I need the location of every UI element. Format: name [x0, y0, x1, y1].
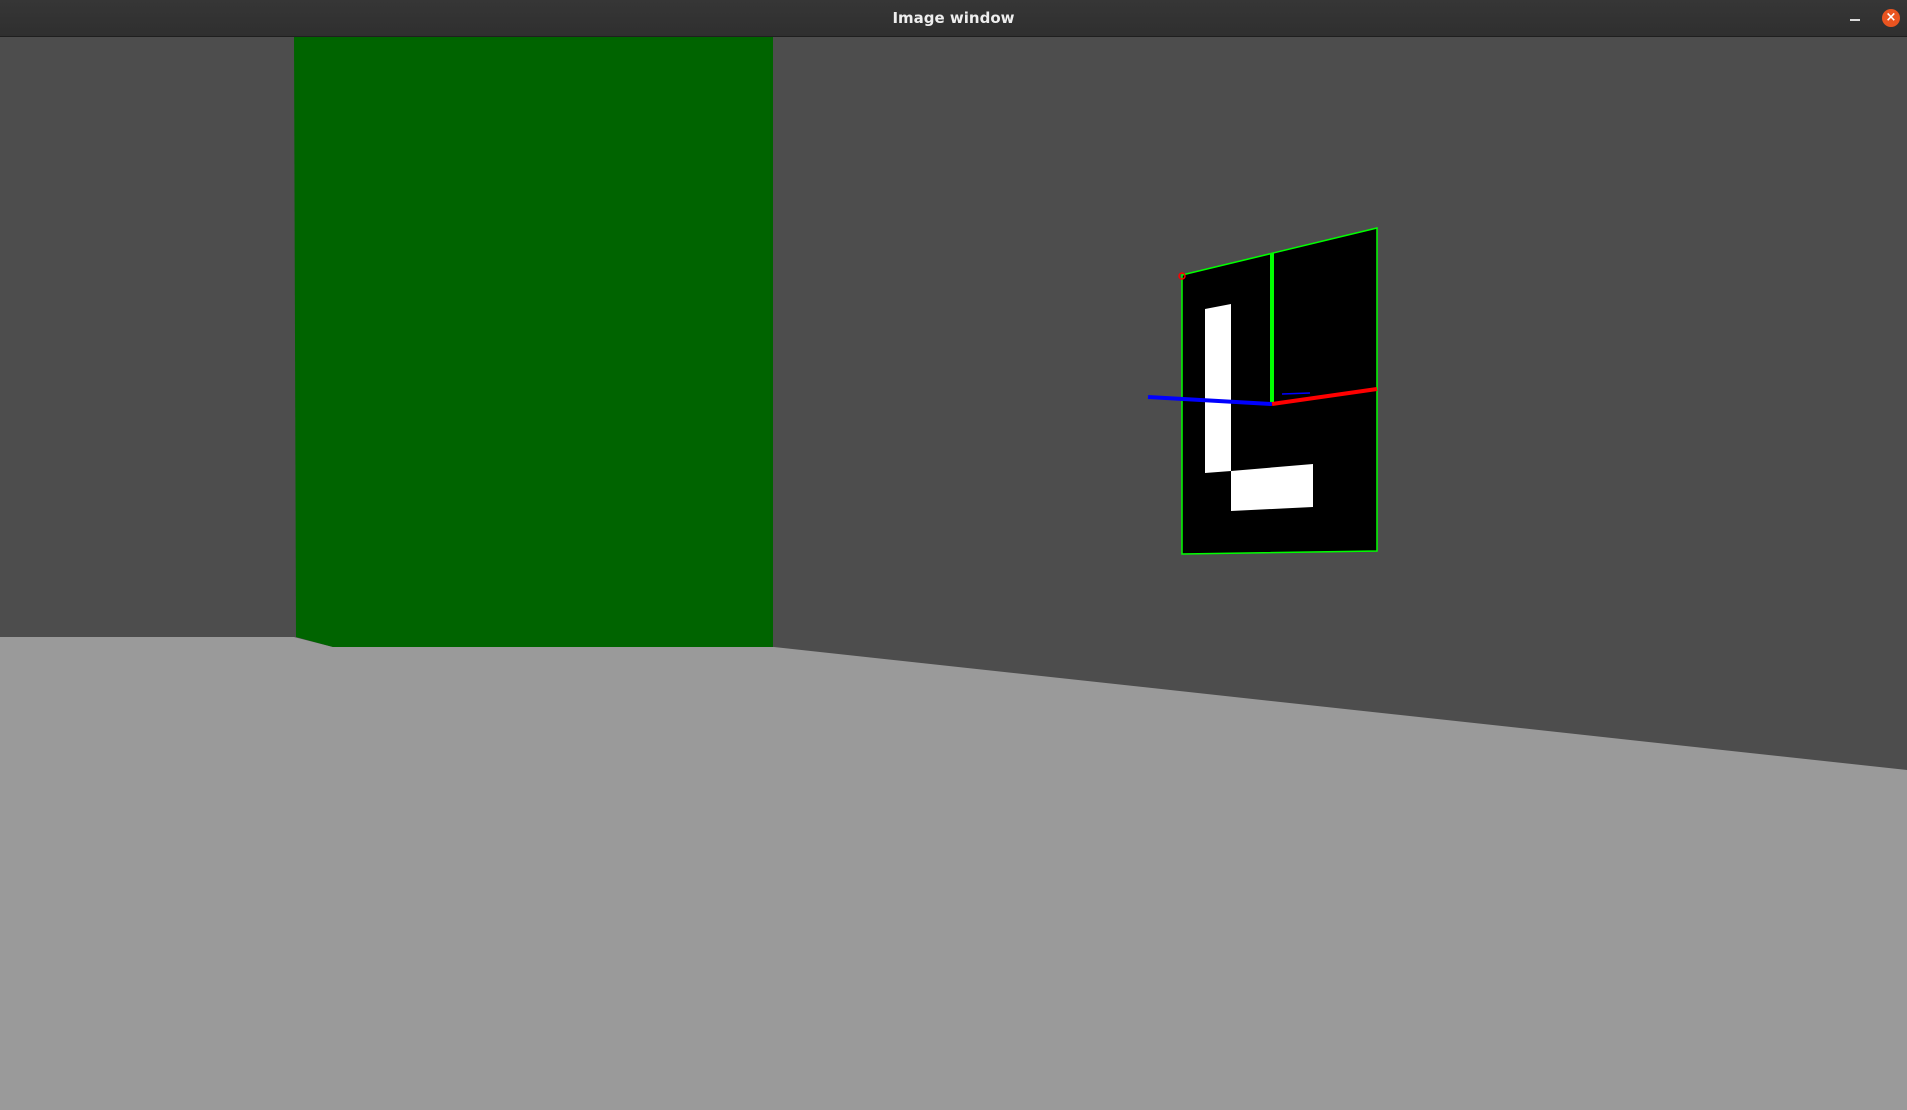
window-title: Image window — [892, 9, 1015, 27]
axis-label-mark — [1281, 392, 1311, 395]
close-button[interactable]: × — [1882, 9, 1900, 27]
rendered-scene — [0, 37, 1907, 1110]
minimize-button[interactable] — [1845, 8, 1865, 28]
fiducial-marker — [1178, 227, 1378, 555]
title-bar[interactable]: Image window × — [0, 0, 1907, 37]
marker-cell-vertical — [1205, 304, 1231, 473]
minimize-icon — [1850, 19, 1860, 21]
image-window: Image window × — [0, 0, 1907, 1110]
marker-cell-horizontal — [1231, 464, 1313, 511]
green-panel — [294, 37, 773, 647]
camera-image-viewport — [0, 37, 1907, 1110]
